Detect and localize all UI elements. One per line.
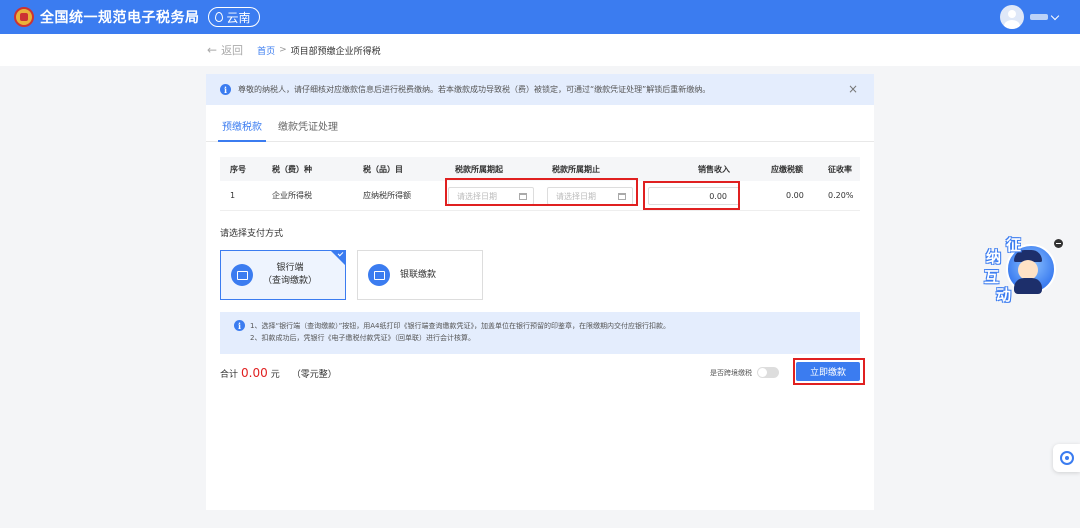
location-pin-icon: [214, 12, 223, 22]
total-summary: 合计 0.00 元 （零元整）: [220, 366, 337, 380]
payment-option-bank[interactable]: 银行端 （查询缴款）: [220, 250, 346, 300]
cell-rate: 0.20%: [828, 191, 854, 200]
breadcrumb: ← 返回 首页 > 项目部预缴企业所得税: [0, 34, 1080, 66]
user-avatar-icon: [1000, 5, 1024, 29]
col-header-period-end: 税款所属期止: [552, 164, 600, 174]
payment-option-bank-line1: 银行端: [276, 263, 304, 273]
period-end-placeholder: 请选择日期: [556, 191, 596, 201]
interaction-mascot[interactable]: 征 纳 互 动: [984, 236, 1063, 306]
user-menu[interactable]: [1000, 5, 1060, 29]
col-header-tax-type: 税（费）种: [272, 164, 312, 174]
back-button[interactable]: ← 返回: [207, 42, 243, 58]
tax-emblem-icon: [14, 7, 34, 27]
col-header-sales-income: 销售收入: [698, 164, 730, 174]
tab-voucher-processing[interactable]: 缴款凭证处理: [270, 114, 346, 141]
app-title: 全国统一规范电子税务局: [40, 10, 200, 26]
cell-tax-item: 应纳税所得额: [363, 191, 411, 200]
tip-line-1: 1、选择“银行端（查询缴款）”按钮，用A4纸打印《银行端查询缴款凭证》，加盖单位…: [250, 322, 670, 330]
notice-text: 尊敬的纳税人，请仔细核对应缴款信息后进行税费缴纳。若本缴款成功导致税（费）被锁定…: [238, 85, 711, 94]
back-label: 返回: [221, 44, 244, 57]
minimize-icon[interactable]: [1054, 239, 1063, 248]
mascot-body: [1014, 278, 1042, 294]
cell-tax-type: 企业所得税: [272, 191, 312, 200]
breadcrumb-current: 项目部预缴企业所得税: [290, 46, 381, 57]
payment-tip: i 1、选择“银行端（查询缴款）”按钮，用A4纸打印《银行端查询缴款凭证》，加盖…: [220, 312, 860, 354]
col-header-index: 序号: [230, 164, 246, 174]
cross-region-toggle[interactable]: [757, 367, 779, 378]
period-start-placeholder: 请选择日期: [457, 191, 497, 201]
pay-now-button[interactable]: 立即缴款: [796, 362, 860, 381]
cross-region-toggle-group: 是否跨境缴税: [710, 367, 779, 378]
region-label: 云南: [226, 10, 251, 25]
tab-bar: 预缴税款 缴款凭证处理: [206, 114, 874, 142]
period-start-date-input[interactable]: 请选择日期: [448, 187, 534, 205]
total-unit: 元: [270, 370, 280, 380]
col-header-tax-item: 税（品）目: [363, 164, 403, 174]
unionpay-icon: [368, 264, 390, 286]
top-bar: 全国统一规范电子税务局 云南: [0, 0, 1080, 34]
arrow-left-icon: ←: [207, 43, 218, 57]
tab-prepay-tax[interactable]: 预缴税款: [214, 114, 270, 142]
service-icon: [1059, 451, 1074, 465]
region-selector[interactable]: 云南: [207, 7, 260, 27]
floating-service-button[interactable]: [1053, 444, 1080, 472]
payment-option-bank-text: 银行端 （查询缴款）: [263, 262, 317, 288]
mascot-char-2: 纳: [986, 248, 1002, 266]
notice-banner: i 尊敬的纳税人，请仔细核对应缴款信息后进行税费缴纳。若本缴款成功导致税（费）被…: [206, 74, 874, 105]
total-label: 合计: [220, 370, 239, 380]
payment-option-unionpay-label: 银联缴款: [400, 269, 437, 280]
mascot-char-1: 征: [1006, 236, 1022, 254]
table-row: 1 企业所得税 应纳税所得额 请选择日期 请选择日期 0.00 0.00 0.2…: [220, 181, 860, 211]
info-icon: i: [234, 320, 245, 331]
tip-line-2: 2、扣款成功后，凭银行《电子缴税付款凭证》（回单联）进行会计核算。: [250, 334, 475, 342]
bank-card-icon: [231, 264, 253, 286]
col-header-rate: 征收率: [828, 164, 852, 174]
close-icon[interactable]: ×: [848, 82, 858, 96]
cross-region-label: 是否跨境缴税: [710, 368, 752, 377]
payment-option-bank-line2: （查询缴款）: [263, 276, 318, 286]
table-header: 序号 税（费）种 税（品）目 税款所属期起 税款所属期止 销售收入 应缴税额 征…: [220, 157, 860, 181]
col-header-tax-due: 应缴税额: [771, 164, 803, 174]
info-icon: i: [220, 84, 231, 95]
calendar-icon: [519, 193, 527, 200]
col-header-period-start: 税款所属期起: [455, 164, 503, 174]
mascot-face: [1018, 260, 1038, 280]
payment-method-label: 请选择支付方式: [220, 229, 284, 239]
mascot-char-4: 动: [996, 286, 1012, 304]
breadcrumb-separator: >: [279, 45, 287, 55]
tax-table: 序号 税（费）种 税（品）目 税款所属期起 税款所属期止 销售收入 应缴税额 征…: [220, 157, 860, 211]
total-amount-words: （零元整）: [291, 370, 337, 380]
payment-option-unionpay[interactable]: 银联缴款: [357, 250, 483, 300]
sales-income-input[interactable]: 0.00: [648, 187, 740, 205]
total-amount: 0.00: [241, 366, 268, 380]
main-panel: i 尊敬的纳税人，请仔细核对应缴款信息后进行税费缴纳。若本缴款成功导致税（费）被…: [206, 74, 874, 510]
period-end-date-input[interactable]: 请选择日期: [547, 187, 633, 205]
user-name-masked: [1030, 14, 1048, 20]
chevron-down-icon: [1050, 11, 1060, 20]
calendar-icon: [618, 193, 626, 200]
breadcrumb-home-link[interactable]: 首页: [257, 44, 275, 57]
cell-index: 1: [230, 191, 236, 200]
cell-tax-due: 0.00: [786, 191, 804, 200]
